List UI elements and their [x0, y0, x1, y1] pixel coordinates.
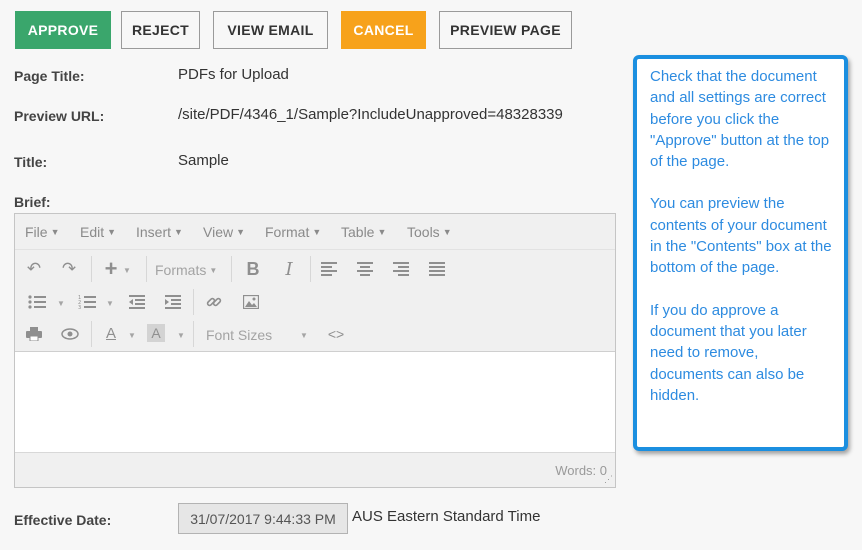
chevron-down-icon: ▼ [300, 331, 308, 340]
outdent-icon[interactable] [127, 292, 147, 312]
bullet-list-icon[interactable] [27, 292, 47, 312]
menu-view[interactable]: View ▼ [203, 224, 245, 240]
text-color-icon[interactable]: A [101, 323, 121, 343]
italic-icon[interactable]: I [279, 259, 299, 280]
editor-toolbar-row-2: ▼ 123 ▼ [15, 286, 615, 318]
menu-format[interactable]: Format ▼ [265, 224, 321, 240]
resize-handle-icon[interactable]: ⋰ [604, 474, 613, 485]
page-title-label: Page Title: [14, 68, 85, 84]
menu-insert[interactable]: Insert ▼ [136, 224, 183, 240]
help-tooltip: Check that the document and all settings… [633, 55, 848, 451]
formats-dropdown[interactable]: Formats ▼ [155, 262, 217, 278]
redo-icon[interactable]: ↷ [59, 259, 79, 279]
print-icon[interactable] [24, 324, 44, 344]
editor-content-area[interactable] [15, 351, 615, 453]
title-value: Sample [178, 152, 229, 169]
image-icon[interactable] [241, 292, 261, 312]
align-right-icon[interactable] [391, 259, 411, 279]
source-code-icon[interactable]: <> [325, 324, 347, 344]
toolbar-divider [91, 321, 92, 347]
link-icon[interactable] [204, 292, 224, 312]
brief-label: Brief: [14, 194, 51, 210]
chevron-down-icon: ▼ [177, 331, 185, 340]
menu-tools[interactable]: Tools ▼ [407, 224, 452, 240]
background-color-icon[interactable]: A [147, 324, 165, 342]
view-email-button[interactable]: VIEW EMAIL [213, 11, 328, 49]
bold-icon[interactable]: B [243, 259, 263, 279]
menu-edit[interactable]: Edit ▼ [80, 224, 116, 240]
menu-file[interactable]: File ▼ [25, 224, 59, 240]
effective-date-field[interactable]: 31/07/2017 9:44:33 PM [178, 503, 348, 534]
insert-plus-icon[interactable]: + [101, 256, 121, 281]
svg-text:3: 3 [78, 305, 81, 309]
chevron-down-icon: ▼ [57, 299, 65, 308]
word-count: Words: 0 [555, 463, 607, 478]
toolbar-divider [193, 289, 194, 315]
page-title-value: PDFs for Upload [178, 66, 289, 83]
preview-eye-icon[interactable] [60, 324, 80, 344]
toolbar-divider [310, 256, 311, 282]
toolbar-divider [193, 321, 194, 347]
cancel-button[interactable]: CANCEL [341, 11, 426, 49]
preview-url-link[interactable]: /site/PDF/4346_1/Sample?IncludeUnapprove… [178, 106, 563, 123]
preview-url-label: Preview URL: [14, 108, 105, 124]
chevron-down-icon: ▼ [123, 266, 131, 275]
editor-toolbar-row-1: ↶ ↷ + ▼ Formats ▼ B I [15, 253, 615, 285]
timezone-label: AUS Eastern Standard Time [352, 508, 541, 525]
approve-button[interactable]: APPROVE [15, 11, 111, 49]
toolbar-divider [146, 256, 147, 282]
editor-statusbar: Words: 0 ⋰ [15, 454, 615, 487]
reject-button[interactable]: REJECT [121, 11, 200, 49]
font-sizes-dropdown[interactable]: Font Sizes [206, 327, 272, 343]
chevron-down-icon: ▼ [106, 299, 114, 308]
preview-page-button[interactable]: PREVIEW PAGE [439, 11, 572, 49]
help-paragraph: You can preview the contents of your doc… [650, 195, 832, 277]
title-label: Title: [14, 154, 48, 170]
effective-date-label: Effective Date: [14, 512, 112, 528]
align-center-icon[interactable] [355, 259, 375, 279]
numbered-list-icon[interactable]: 123 [77, 292, 97, 312]
editor-toolbar-row-3: A ▼ A ▼ Font Sizes ▼ <> [15, 318, 615, 350]
editor-menubar: File ▼ Edit ▼ Insert ▼ View ▼ Format ▼ Table ▼… [15, 214, 615, 250]
brief-editor: File ▼ Edit ▼ Insert ▼ View ▼ Format ▼ Table ▼… [14, 213, 616, 488]
menu-table[interactable]: Table ▼ [341, 224, 386, 240]
indent-icon[interactable] [163, 292, 183, 312]
align-left-icon[interactable] [319, 259, 339, 279]
align-justify-icon[interactable] [427, 259, 447, 279]
help-paragraph: Check that the document and all settings… [650, 68, 830, 171]
undo-icon[interactable]: ↶ [24, 259, 44, 279]
toolbar-divider [231, 256, 232, 282]
chevron-down-icon: ▼ [128, 331, 136, 340]
toolbar-divider [91, 256, 92, 282]
help-paragraph: If you do approve a document that you la… [650, 301, 807, 404]
